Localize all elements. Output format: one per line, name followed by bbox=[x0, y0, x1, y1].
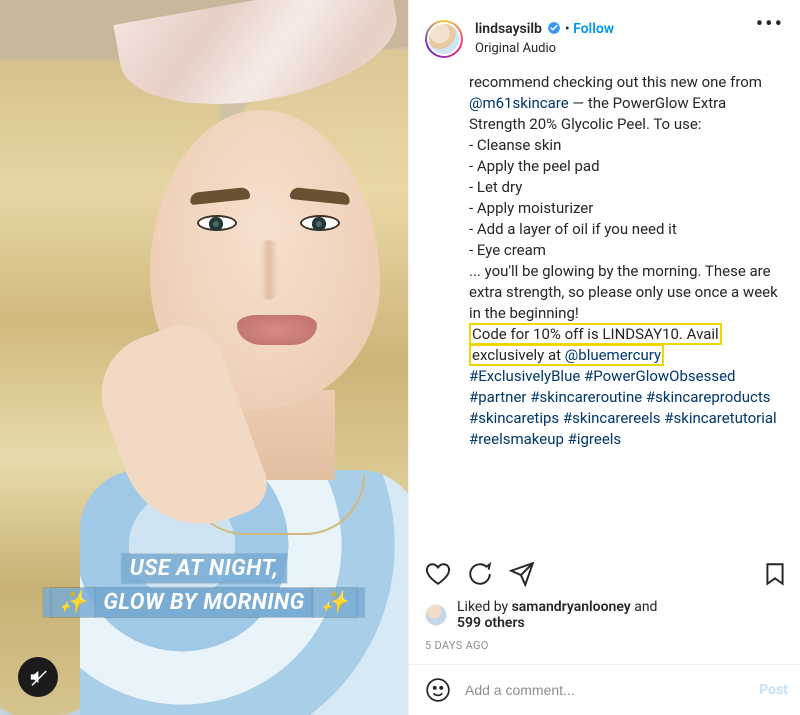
video-overlay-text: ✨GLOW BY MORNING✨ bbox=[43, 590, 364, 615]
save-button[interactable] bbox=[762, 561, 788, 587]
muted-icon bbox=[29, 668, 47, 686]
post-comment-button[interactable]: Post bbox=[759, 682, 788, 698]
post-caption: recommend checking out this new one from… bbox=[425, 72, 788, 551]
likes-row[interactable]: Liked by samandryanlooney and 599 others bbox=[425, 599, 788, 631]
post-media[interactable]: USE AT NIGHT, ✨GLOW BY MORNING✨ bbox=[0, 0, 408, 715]
like-button[interactable] bbox=[425, 561, 451, 587]
post-actions bbox=[425, 561, 788, 587]
verified-badge-icon bbox=[547, 21, 561, 35]
emoji-picker-button[interactable] bbox=[425, 677, 451, 703]
post-header: lindsaysilb • Follow Original Audio ••• bbox=[425, 20, 788, 58]
others-count[interactable]: 599 others bbox=[457, 615, 525, 631]
illustration bbox=[237, 315, 317, 345]
promo-code-highlight: exclusively at @bluemercury bbox=[469, 344, 664, 366]
post-panel: lindsaysilb • Follow Original Audio ••• … bbox=[408, 0, 800, 715]
illustration bbox=[197, 215, 237, 231]
video-overlay-text: USE AT NIGHT, bbox=[122, 556, 287, 581]
post-timestamp: 5 DAYS AGO bbox=[425, 639, 788, 652]
sparkle-icon: ✨ bbox=[51, 588, 95, 617]
mention-link[interactable]: @bluemercury bbox=[565, 346, 661, 364]
liker-username[interactable]: samandryanlooney bbox=[512, 599, 631, 615]
sparkle-icon: ✨ bbox=[313, 588, 357, 617]
share-button[interactable] bbox=[509, 561, 535, 587]
mention-link[interactable]: @m61skincare bbox=[469, 94, 569, 112]
separator: • bbox=[565, 21, 570, 37]
mute-toggle[interactable] bbox=[18, 657, 58, 697]
comment-composer: Post bbox=[425, 665, 788, 707]
promo-code-highlight: Code for 10% off is LINDSAY10. Avail bbox=[469, 323, 722, 345]
illustration bbox=[300, 215, 340, 231]
illustration bbox=[260, 240, 278, 300]
more-options-button[interactable]: ••• bbox=[752, 20, 788, 30]
comment-input[interactable] bbox=[465, 682, 745, 698]
liker-avatar[interactable] bbox=[425, 604, 447, 626]
audio-label[interactable]: Original Audio bbox=[475, 40, 752, 58]
author-avatar[interactable] bbox=[425, 20, 463, 58]
follow-button[interactable]: Follow bbox=[573, 21, 614, 37]
comment-button[interactable] bbox=[467, 561, 493, 587]
author-username[interactable]: lindsaysilb bbox=[475, 21, 542, 37]
hashtag-link[interactable]: #ExclusivelyBlue #PowerGlowObsessed #par… bbox=[469, 367, 777, 448]
